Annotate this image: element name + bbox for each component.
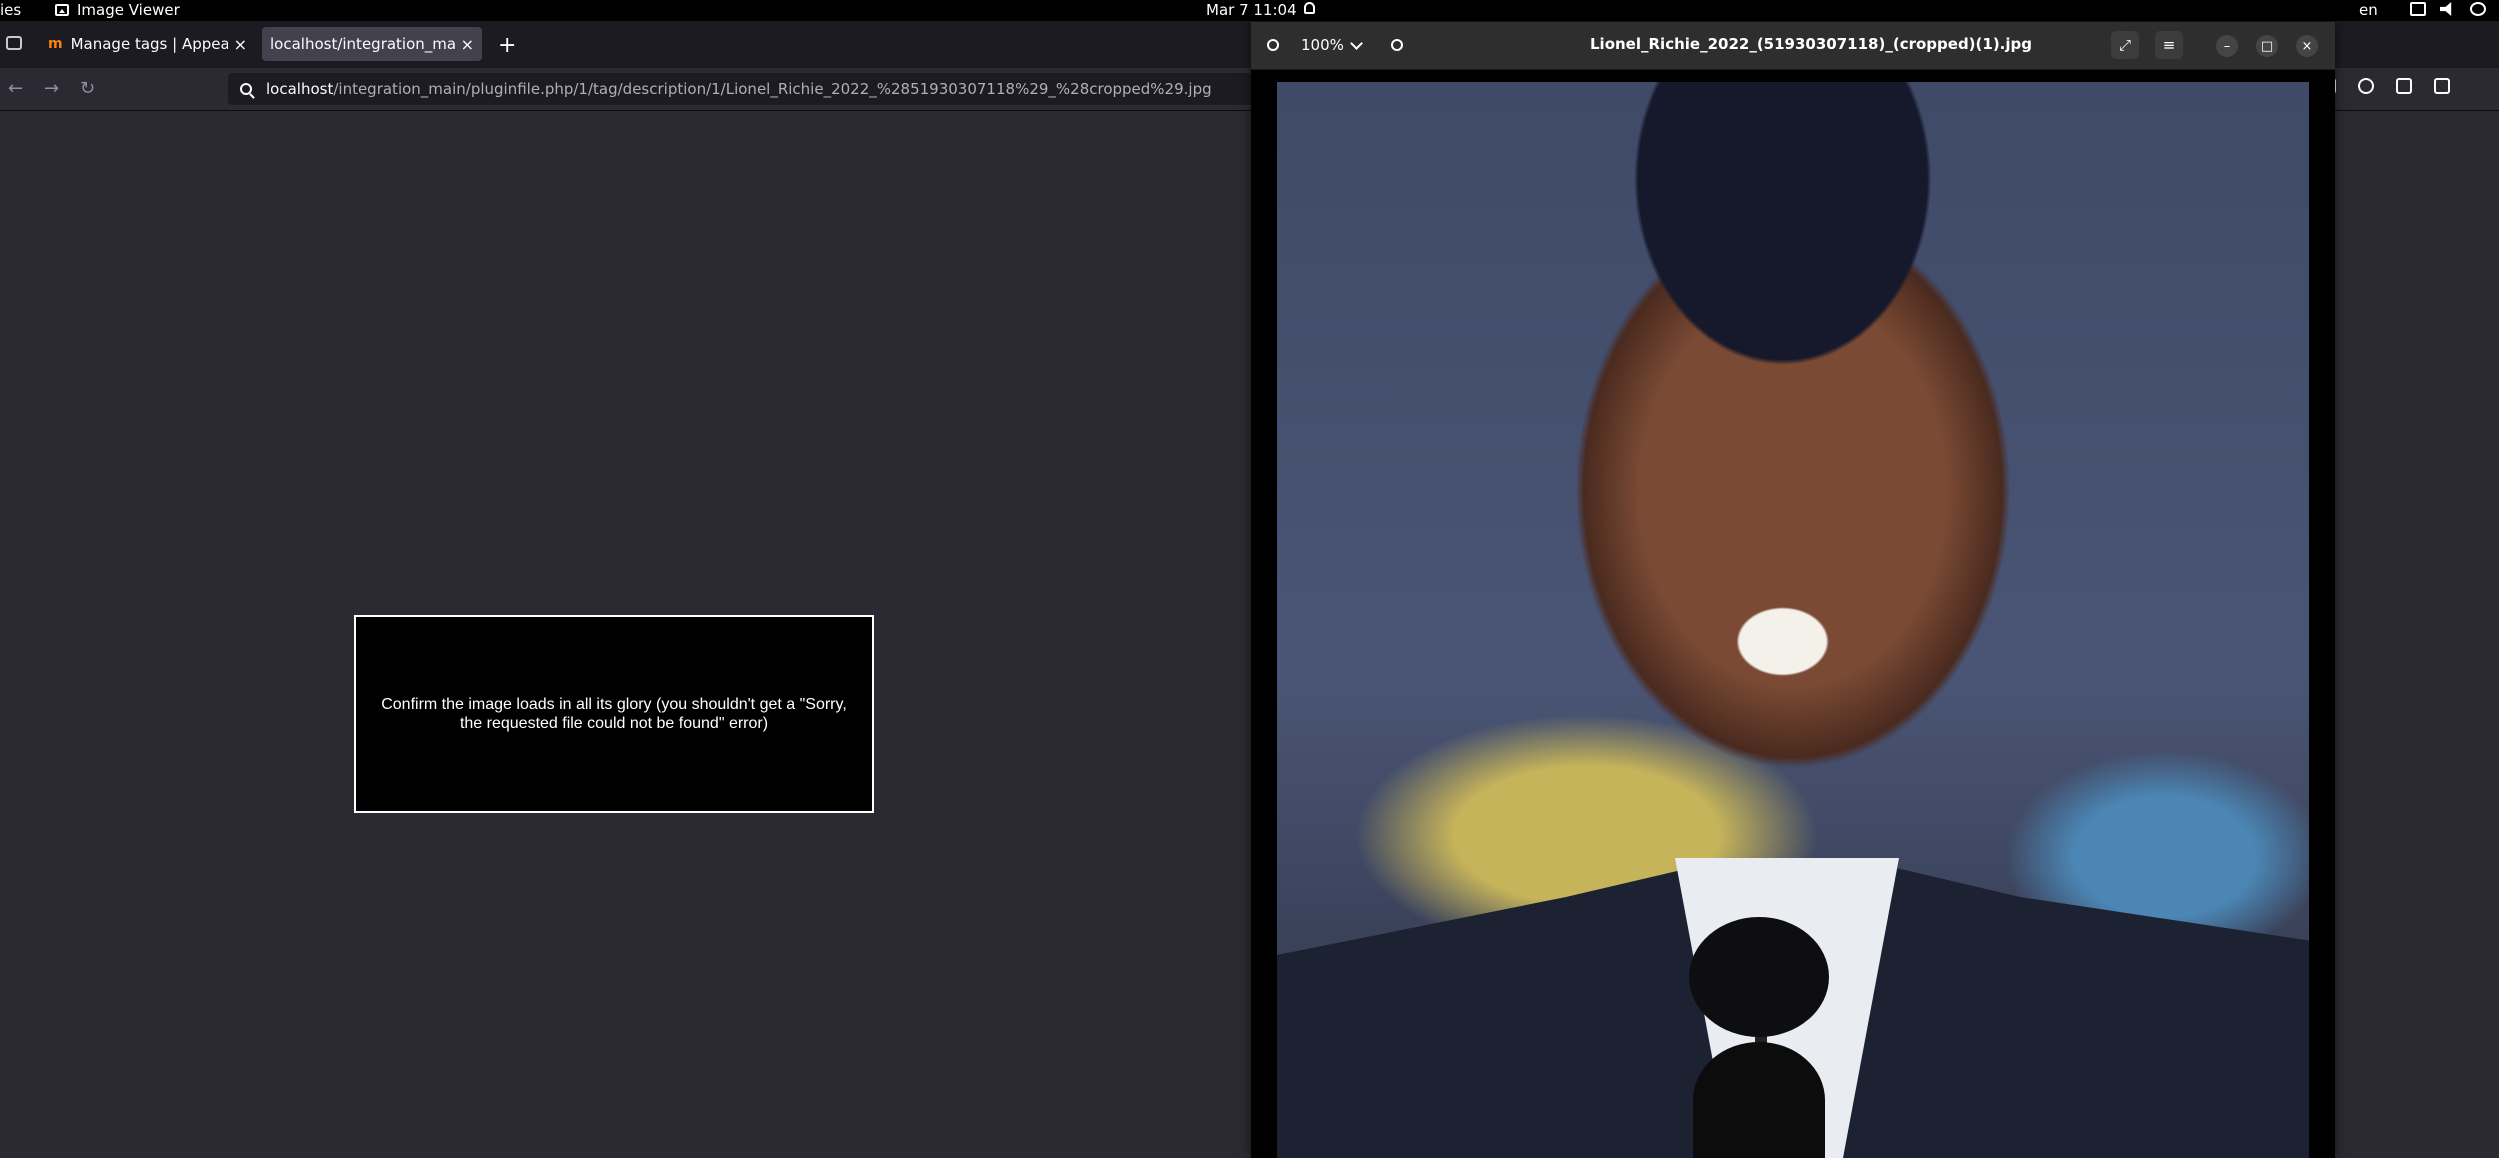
account-icon[interactable] — [2358, 78, 2374, 94]
close-tab-icon[interactable]: × — [461, 35, 474, 54]
app-menu[interactable]: Image Viewer — [55, 1, 180, 19]
reload-icon[interactable]: ↻ — [80, 78, 95, 99]
volume-icon — [2440, 2, 2452, 16]
instruction-box: Confirm the image loads in all its glory… — [354, 615, 874, 813]
tab-list-icon[interactable] — [6, 36, 22, 50]
clock[interactable]: Mar 7 11:04 — [1206, 1, 1297, 19]
tab-manage-tags[interactable]: m Manage tags | Appearance × — [40, 27, 255, 61]
close-tab-icon[interactable]: × — [234, 35, 247, 54]
moodle-icon: m — [48, 36, 63, 52]
new-tab-button[interactable]: + — [498, 33, 516, 58]
chevron-down-icon — [1350, 36, 1363, 50]
url-path: /integration_main/pluginfile.php/1/tag/d… — [333, 80, 1212, 98]
image-viewer-icon — [55, 4, 69, 16]
zoom-in-icon[interactable] — [1383, 31, 1411, 59]
search-icon — [240, 83, 252, 95]
app-name: Image Viewer — [77, 1, 180, 19]
input-language[interactable]: en — [2359, 1, 2378, 19]
close-icon[interactable]: × — [2296, 35, 2318, 57]
tab-pluginfile[interactable]: localhost/integration_main/ × — [262, 27, 482, 61]
viewer-title: Lionel_Richie_2022_(51930307118)_(croppe… — [1590, 35, 2032, 53]
menu-icon[interactable] — [2434, 78, 2450, 94]
activities-button[interactable]: ies — [0, 1, 21, 19]
extensions-icon[interactable] — [2396, 78, 2412, 94]
zoom-out-icon[interactable] — [1259, 31, 1287, 59]
tab-label: localhost/integration_main/ — [270, 35, 455, 53]
system-tray[interactable] — [2410, 2, 2499, 16]
viewer-header-bar: 100% Lionel_Richie_2022_(51930307118)_(c… — [1251, 22, 2335, 70]
maximize-icon[interactable]: □ — [2256, 35, 2278, 57]
system-top-bar: ies Image Viewer Mar 7 11:04 en — [0, 0, 2499, 21]
minimize-icon[interactable]: – — [2216, 35, 2238, 57]
power-icon — [2470, 2, 2486, 16]
zoom-level-dropdown[interactable]: 100% — [1301, 36, 1363, 54]
tab-label: Manage tags | Appearance — [70, 35, 228, 53]
photo-microphone — [1689, 917, 1829, 1037]
photo-microphone-base — [1693, 1042, 1825, 1158]
url-host: localhost — [266, 80, 334, 98]
image-viewer-window: 100% Lionel_Richie_2022_(51930307118)_(c… — [1251, 22, 2335, 1158]
back-icon[interactable]: ← — [8, 78, 23, 99]
toolbar-icons — [2320, 78, 2450, 94]
fullscreen-icon[interactable]: ⤢ — [2111, 31, 2139, 59]
zoom-level-value: 100% — [1301, 36, 1344, 54]
alarm-icon — [1304, 2, 1315, 14]
forward-icon[interactable]: → — [44, 78, 59, 99]
network-icon — [2410, 2, 2426, 16]
hamburger-menu-icon[interactable]: ≡ — [2155, 31, 2183, 59]
displayed-photo — [1277, 82, 2309, 1158]
